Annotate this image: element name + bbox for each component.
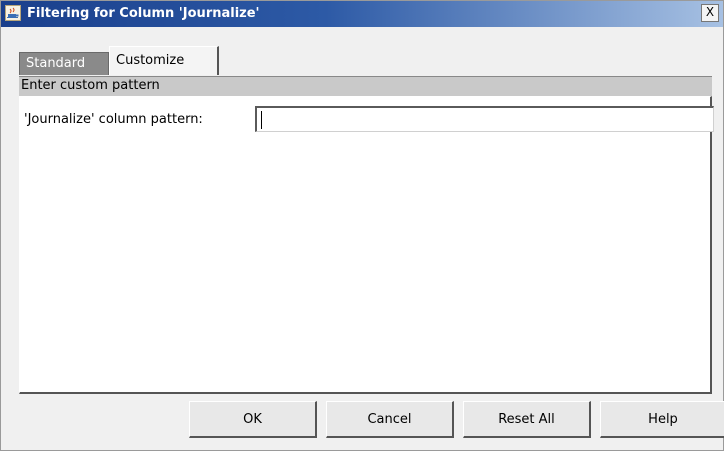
java-cup-icon — [5, 5, 21, 21]
help-button[interactable]: Help — [600, 401, 724, 438]
title-bar[interactable]: Filtering for Column 'Journalize' X — [1, 1, 723, 27]
cancel-button[interactable]: Cancel — [326, 401, 454, 438]
text-caret — [261, 111, 262, 129]
tab-standard[interactable]: Standard — [19, 52, 109, 75]
close-button[interactable]: X — [701, 4, 719, 22]
ok-button[interactable]: OK — [189, 401, 317, 438]
pattern-label: 'Journalize' column pattern: — [24, 112, 203, 127]
tab-customize[interactable]: Customize — [109, 46, 219, 75]
panel-header: Enter custom pattern — [19, 76, 712, 96]
pattern-input[interactable] — [255, 106, 714, 132]
filter-dialog: Filtering for Column 'Journalize' X Stan… — [0, 0, 724, 451]
window-title: Filtering for Column 'Journalize' — [27, 6, 260, 21]
reset-all-button[interactable]: Reset All — [463, 401, 591, 438]
custom-pattern-panel: 'Journalize' column pattern: — [19, 96, 714, 394]
